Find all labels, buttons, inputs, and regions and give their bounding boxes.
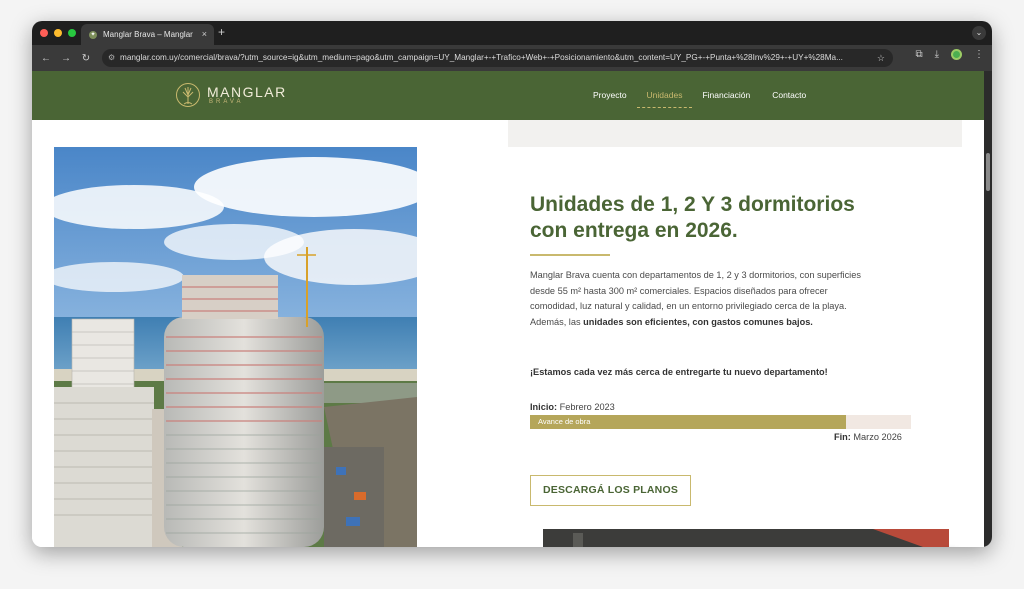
grey-banner-strip [508,120,962,147]
address-bar[interactable]: ⚙ manglar.com.uy/comercial/brava/?utm_so… [102,49,893,67]
tab-close-icon[interactable]: × [202,29,207,39]
end-date: Fin: Marzo 2026 [834,432,902,442]
browser-tab[interactable]: ✦ Manglar Brava – Manglar × [81,24,214,45]
main-nav: Proyecto Unidades Financiación Contacto [593,90,806,108]
logo-wordmark: MANGLAR [207,84,287,100]
download-plans-button[interactable]: DESCARGÁ LOS PLANOS [530,475,691,506]
tree-icon [176,83,200,107]
extensions-puzzle-icon[interactable]: ⧉ [915,49,922,60]
progress-label: Avance de obra [538,417,591,426]
title-line-1: Unidades de 1, 2 Y 3 dormitorios [530,193,855,216]
back-arrow-icon[interactable]: ← [36,53,56,64]
download-icon[interactable]: ⤓ [935,49,939,60]
interior-photo-illustration [543,529,949,547]
units-description: Manglar Brava cuenta con departamentos d… [530,268,875,330]
construction-progress-bar: Avance de obra [530,415,911,429]
site-info-icon[interactable]: ⚙ [108,49,115,67]
tab-search-chevron-icon[interactable]: ⌄ [972,26,986,40]
nav-item-contacto[interactable]: Contacto [772,90,806,100]
scrollbar-thumb[interactable] [986,153,990,191]
nav-item-unidades[interactable]: Unidades [636,90,693,108]
minimize-window-button[interactable] [54,29,62,37]
interior-photo [543,529,949,547]
end-value: Marzo 2026 [850,432,902,442]
page-title: Unidades de 1, 2 Y 3 dormitorios con ent… [530,192,890,244]
window-controls [40,29,76,37]
profile-avatar-icon[interactable] [951,49,962,60]
new-tab-button[interactable]: + [218,25,225,39]
site-logo[interactable]: MANGLAR BRAVA [175,82,287,108]
desktop-background: ✦ Manglar Brava – Manglar × + ⌄ ← → ↻ ⚙ … [0,0,1024,589]
title-line-2: con entrega en 2026. [530,219,738,242]
tab-bar: ✦ Manglar Brava – Manglar × + ⌄ [32,21,992,45]
toolbar-actions: ⧉ ⤓ ⋮ [915,49,984,60]
forward-arrow-icon[interactable]: → [56,53,76,64]
browser-toolbar: ← → ↻ ⚙ manglar.com.uy/comercial/brava/?… [32,45,992,71]
end-label: Fin: [834,432,851,442]
page-scrollbar[interactable] [984,71,992,547]
nav-item-proyecto[interactable]: Proyecto [593,90,627,100]
close-window-button[interactable] [40,29,48,37]
nav-item-financiacion[interactable]: Financiación [702,90,750,100]
tab-title: Manglar Brava – Manglar [103,30,193,39]
reload-icon[interactable]: ↻ [76,53,96,64]
url-text: manglar.com.uy/comercial/brava/?utm_sour… [120,53,843,62]
bookmark-star-icon[interactable]: ☆ [877,49,885,67]
web-page: MANGLAR BRAVA Proyecto Unidades Financia… [32,71,984,547]
building-photo [54,147,417,547]
start-date: Inicio: Febrero 2023 [530,402,615,412]
highlight-text: ¡Estamos cada vez más cerca de entregart… [530,367,828,377]
more-menu-icon[interactable]: ⋮ [974,49,984,60]
start-value: Febrero 2023 [557,402,615,412]
site-favicon-icon: ✦ [89,30,97,39]
title-divider [530,254,610,256]
start-label: Inicio: [530,402,558,412]
building-photo-illustration [54,147,417,547]
maximize-window-button[interactable] [68,29,76,37]
site-header: MANGLAR BRAVA Proyecto Unidades Financia… [32,71,984,120]
browser-window: ✦ Manglar Brava – Manglar × + ⌄ ← → ↻ ⚙ … [32,21,992,547]
description-bold-text: unidades son eficientes, con gastos comu… [583,316,813,327]
